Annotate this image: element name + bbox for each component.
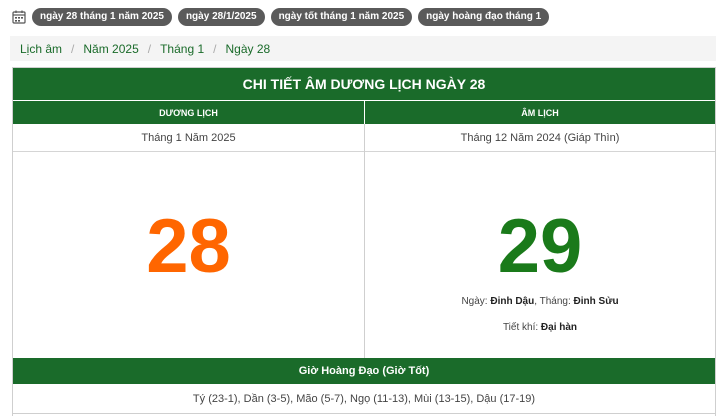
calendar-icon [12, 10, 26, 24]
lunar-day-area: 29 Ngày: Đinh Dậu, Tháng: Đinh Sửu Tiết … [365, 152, 715, 358]
tag-link-auspicious-days[interactable]: ngày hoàng đạo tháng 1 [418, 8, 550, 26]
auspicious-hours-list: Tý (23-1), Dần (3-5), Mão (5-7), Ngọ (11… [13, 384, 715, 414]
solar-term-value: Đại hàn [540, 322, 578, 333]
lunar-month-year: Tháng 12 Năm 2024 (Giáp Thìn) [365, 124, 715, 152]
day-label: Ngày: [461, 296, 488, 307]
day-canchi: Đinh Dậu [490, 296, 535, 307]
breadcrumb-month[interactable]: Tháng 1 [160, 42, 204, 56]
lunar-column: Tháng 12 Năm 2024 (Giáp Thìn) 29 Ngày: Đ… [364, 124, 715, 358]
solar-column: Tháng 1 Năm 2025 28 [13, 124, 364, 358]
solar-day-area: 28 [13, 152, 364, 358]
breadcrumb-separator: / [213, 41, 217, 56]
lunar-canchi-info: Ngày: Đinh Dậu, Tháng: Đinh Sửu [365, 296, 715, 307]
tag-link-short-date[interactable]: ngày 28/1/2025 [177, 8, 265, 26]
tag-bar: ngày 28 tháng 1 năm 2025 ngày 28/1/2025 … [0, 0, 720, 34]
breadcrumb-separator: / [71, 41, 75, 56]
month-canchi: Đinh Sửu [573, 296, 619, 307]
lunar-day-number: 29 [497, 204, 583, 289]
solar-header: DƯƠNG LỊCH [13, 100, 364, 124]
lunar-header: ÂM LỊCH [364, 100, 715, 124]
calendar-detail-panel: CHI TIẾT ÂM DƯƠNG LỊCH NGÀY 28 DƯƠNG LỊC… [12, 67, 716, 416]
breadcrumb-separator: / [147, 41, 152, 56]
solar-day-number: 28 [146, 204, 231, 289]
breadcrumb-lunar-calendar[interactable]: Lịch âm [20, 42, 62, 56]
tag-link-good-days[interactable]: ngày tốt tháng 1 năm 2025 [270, 8, 413, 26]
column-headers: DƯƠNG LỊCH ÂM LỊCH [13, 100, 715, 124]
panel-title: CHI TIẾT ÂM DƯƠNG LỊCH NGÀY 28 [13, 68, 715, 100]
calendar-columns: Tháng 1 Năm 2025 28 Tháng 12 Năm 2024 (G… [13, 124, 715, 358]
solar-term-label: Tiết khí: [502, 322, 539, 333]
breadcrumb: Lịch âm / Năm 2025 / Tháng 1 / Ngày 28 [10, 36, 716, 61]
tag-link-date[interactable]: ngày 28 tháng 1 năm 2025 [32, 8, 172, 26]
breadcrumb-day[interactable]: Ngày 28 [225, 42, 270, 56]
solar-term-info: Tiết khí: Đại hàn [365, 322, 715, 333]
month-label: , Tháng: [534, 296, 571, 307]
breadcrumb-year[interactable]: Năm 2025 [83, 42, 138, 56]
solar-month-year: Tháng 1 Năm 2025 [13, 124, 364, 152]
auspicious-hours-header: Giờ Hoàng Đạo (Giờ Tốt) [13, 358, 715, 384]
